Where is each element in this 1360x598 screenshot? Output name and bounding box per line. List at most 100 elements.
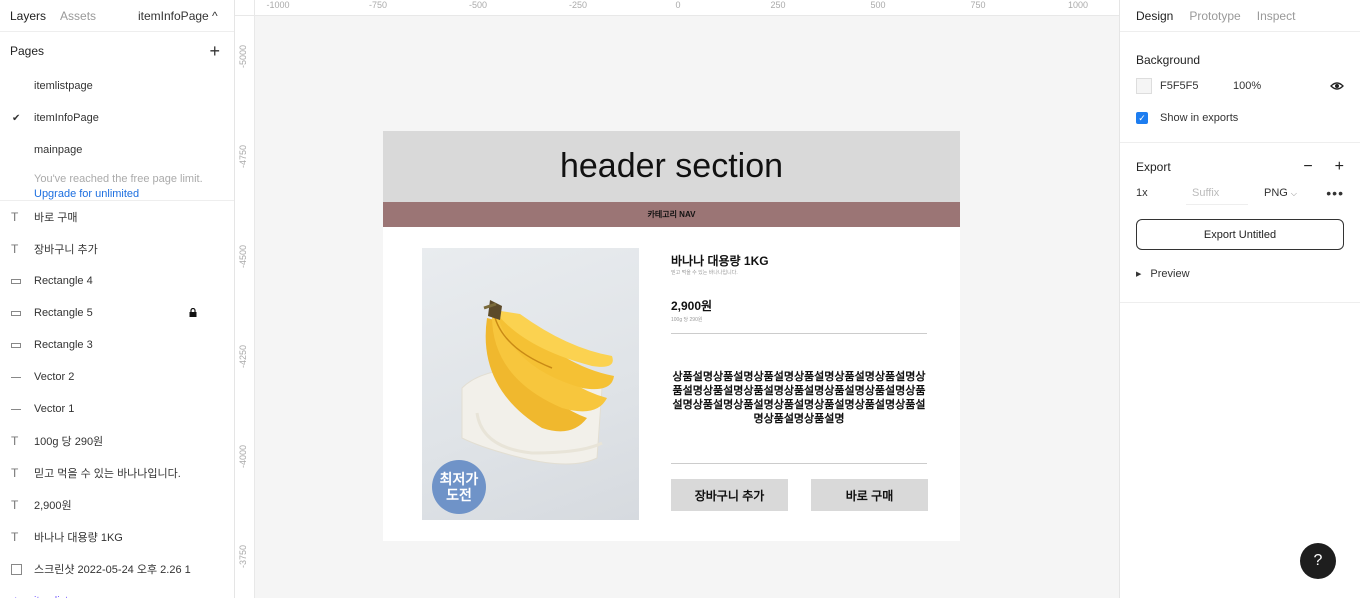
- more-options-icon[interactable]: •••: [1326, 185, 1344, 201]
- add-to-cart-button[interactable]: 장바구니 추가: [671, 479, 788, 511]
- pages-header: Pages +: [0, 32, 234, 70]
- unit-price[interactable]: 100g 당 290원: [671, 316, 702, 323]
- eye-icon[interactable]: [1330, 81, 1344, 91]
- tab-inspect[interactable]: Inspect: [1257, 9, 1296, 23]
- ruler-tick: 250: [770, 0, 786, 10]
- suffix-input[interactable]: Suffix: [1186, 181, 1248, 205]
- preview-label: Preview: [1150, 268, 1190, 280]
- layer-item[interactable]: Rectangle 3: [0, 329, 234, 361]
- caret-right-icon: ▶: [1136, 271, 1142, 278]
- divider-line[interactable]: [671, 333, 927, 334]
- format-select[interactable]: PNG ⌵: [1264, 187, 1297, 199]
- text-icon: T: [11, 242, 19, 256]
- ruler-tick: -3750: [238, 544, 248, 568]
- image-icon: [11, 553, 22, 585]
- rectangle-icon: [11, 297, 21, 329]
- page-item-iteminfopage[interactable]: ✔ itemInfoPage: [0, 102, 234, 134]
- export-title: Export: [1136, 160, 1171, 174]
- line-icon: [11, 361, 21, 393]
- ruler-tick: 0: [675, 0, 681, 10]
- text-icon: T: [11, 210, 19, 224]
- layer-item[interactable]: 스크린샷 2022-05-24 오후 2.26 1: [0, 553, 234, 585]
- show-in-exports-row[interactable]: ✓ Show in exports: [1136, 102, 1344, 134]
- background-title: Background: [1136, 53, 1201, 67]
- divider-line[interactable]: [671, 463, 927, 464]
- text-icon: T: [11, 434, 19, 448]
- layer-label: Rectangle 5: [34, 307, 93, 319]
- layer-label: Rectangle 4: [34, 275, 93, 287]
- product-subtitle[interactable]: 믿고 먹을 수 있는 바나나입니다.: [671, 269, 738, 276]
- lowest-price-badge: 최저가 도전: [432, 460, 486, 514]
- layer-item[interactable]: T 장바구니 추가: [0, 233, 234, 265]
- layer-item[interactable]: T 2,900원: [0, 489, 234, 521]
- add-page-icon[interactable]: +: [209, 42, 220, 60]
- page-item-mainpage[interactable]: mainpage: [0, 134, 234, 166]
- upgrade-link[interactable]: Upgrade for unlimited: [34, 187, 234, 200]
- ruler-tick: -500: [468, 0, 488, 10]
- badge-line1: 최저가: [439, 471, 479, 487]
- ruler-tick: -4250: [238, 344, 248, 368]
- layer-item[interactable]: Vector 1: [0, 393, 234, 425]
- page-label: itemlistpage: [34, 80, 93, 92]
- ruler-tick: 1000: [1067, 0, 1089, 10]
- ruler-tick: 500: [870, 0, 886, 10]
- checkbox-checked-icon[interactable]: ✓: [1136, 112, 1148, 124]
- background-section: Background F5F5F5 100% ✓ Show in exports: [1120, 32, 1360, 143]
- layer-item[interactable]: ◇itemlist: [0, 585, 234, 598]
- layer-item[interactable]: Vector 2: [0, 361, 234, 393]
- color-swatch[interactable]: [1136, 78, 1152, 94]
- layer-label: 바로 구매: [34, 212, 78, 224]
- tab-prototype[interactable]: Prototype: [1189, 9, 1240, 23]
- help-button[interactable]: ?: [1300, 543, 1336, 579]
- canvas[interactable]: -1000 -750 -500 -250 0 250 500 750 1000 …: [235, 0, 1119, 598]
- product-name[interactable]: 바나나 대용량 1KG: [671, 252, 769, 269]
- bg-color-value[interactable]: F5F5F5: [1160, 80, 1199, 92]
- buy-now-button[interactable]: 바로 구매: [811, 479, 928, 511]
- export-settings-row: 1x Suffix PNG ⌵ •••: [1136, 177, 1344, 209]
- layer-item[interactable]: Rectangle 4: [0, 265, 234, 297]
- product-price[interactable]: 2,900원: [671, 297, 712, 314]
- page-label: itemInfoPage: [34, 112, 99, 124]
- preview-toggle[interactable]: ▶ Preview: [1136, 258, 1344, 290]
- layer-item[interactable]: T 바나나 대용량 1KG: [0, 521, 234, 553]
- layers-list: T 바로 구매 T 장바구니 추가 Rectangle 4 Rectangle 5 …: [0, 200, 234, 598]
- ruler-tick: -4500: [238, 244, 248, 268]
- export-button[interactable]: Export Untitled: [1136, 219, 1344, 250]
- badge-line2: 도전: [446, 487, 472, 503]
- layer-label: 2,900원: [34, 500, 72, 512]
- scale-select[interactable]: 1x: [1136, 187, 1148, 199]
- layer-item[interactable]: Rectangle 5: [0, 297, 234, 329]
- product-image[interactable]: 최저가 도전: [422, 248, 639, 520]
- layer-item[interactable]: T 믿고 먹을 수 있는 바나나입니다.: [0, 457, 234, 489]
- tab-design[interactable]: Design: [1136, 9, 1173, 23]
- tab-layers[interactable]: Layers: [10, 9, 46, 23]
- show-in-exports-label: Show in exports: [1160, 112, 1239, 124]
- design-panel: Design Prototype Inspect Background F5F5…: [1119, 0, 1360, 598]
- item-info-frame[interactable]: header section 카테고리 NAV 최저가 도전 바나나 대용량 1…: [383, 131, 960, 541]
- text-icon: T: [11, 466, 19, 480]
- layer-item[interactable]: T 바로 구매: [0, 201, 234, 233]
- category-nav[interactable]: 카테고리 NAV: [383, 202, 960, 227]
- product-description[interactable]: 상품설명상품설명상품설명상품설명상품설명상품설명상품설명상품설명상품설명상품설명…: [671, 370, 927, 426]
- ruler-tick: -250: [568, 0, 588, 10]
- tab-assets[interactable]: Assets: [60, 9, 96, 23]
- plus-icon[interactable]: +: [1335, 158, 1344, 176]
- minus-icon[interactable]: −: [1303, 158, 1312, 176]
- ruler-tick: -750: [368, 0, 388, 10]
- header-section[interactable]: header section: [383, 131, 960, 202]
- bg-opacity-value[interactable]: 100%: [1233, 80, 1261, 92]
- page-item-itemlistpage[interactable]: itemlistpage: [0, 70, 234, 102]
- export-header: Export − +: [1136, 157, 1344, 177]
- layer-label: Vector 2: [34, 371, 75, 383]
- layer-item[interactable]: T 100g 당 290원: [0, 425, 234, 457]
- pages-title: Pages: [10, 44, 45, 58]
- ruler-top: -1000 -750 -500 -250 0 250 500 750 1000: [255, 0, 1119, 16]
- lock-icon[interactable]: [189, 308, 197, 317]
- text-icon: T: [11, 530, 19, 544]
- rectangle-icon: [11, 329, 21, 361]
- ruler-corner: [235, 0, 255, 16]
- page-switcher[interactable]: itemInfoPage ^: [138, 9, 218, 23]
- ruler-tick: 750: [970, 0, 986, 10]
- check-icon: ✔: [12, 112, 21, 124]
- text-icon: T: [11, 498, 19, 512]
